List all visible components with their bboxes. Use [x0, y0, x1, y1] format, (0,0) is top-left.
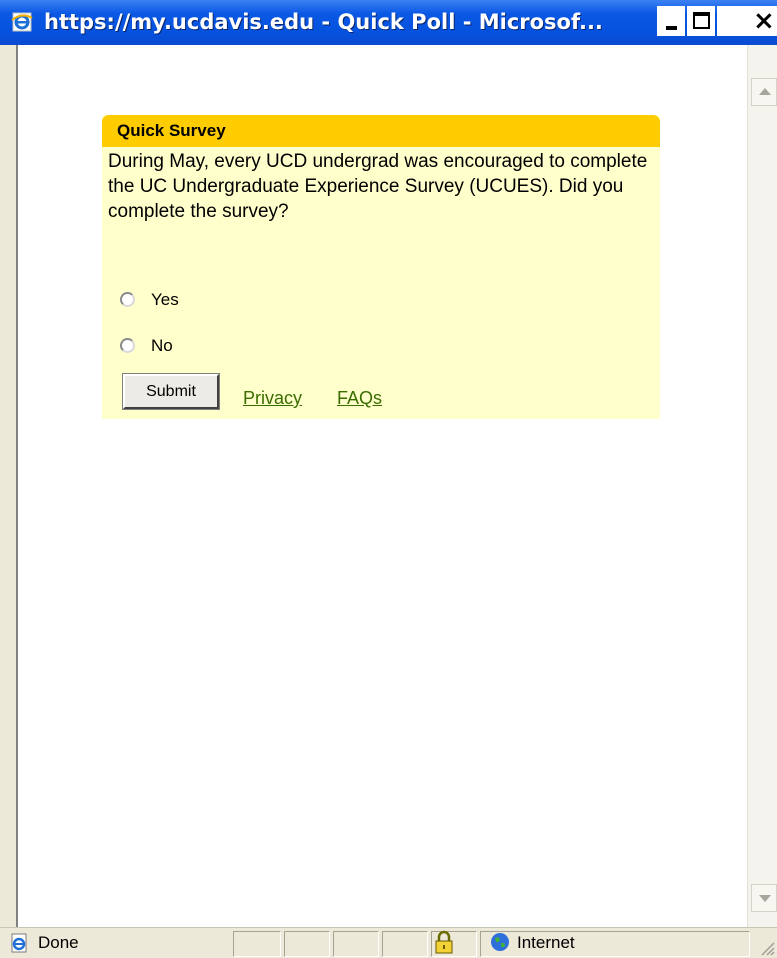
chevron-down-icon	[759, 895, 771, 902]
status-panel	[333, 931, 379, 957]
globe-icon	[491, 933, 509, 951]
status-bar: Done Internet	[0, 927, 777, 958]
minimize-button[interactable]	[657, 6, 685, 36]
security-zone-label: Internet	[517, 933, 575, 952]
scroll-up-button[interactable]	[751, 78, 777, 106]
survey-header: Quick Survey	[102, 115, 660, 147]
survey-title: Quick Survey	[117, 121, 226, 140]
status-panel	[382, 931, 428, 957]
maximize-icon	[693, 12, 710, 29]
minimize-icon	[666, 26, 677, 30]
survey-question: During May, every UCD undergrad was enco…	[108, 151, 648, 222]
close-icon: ×	[753, 6, 775, 36]
maximize-button[interactable]	[687, 6, 715, 36]
lock-icon	[435, 930, 453, 954]
status-panel	[284, 931, 330, 957]
ie-icon	[11, 12, 33, 32]
submit-button[interactable]: Submit	[122, 373, 220, 410]
window-frame-left	[0, 45, 18, 927]
title-bar[interactable]: https://my.ucdavis.edu - Quick Poll - Mi…	[0, 0, 777, 45]
faqs-link[interactable]: FAQs	[337, 387, 382, 409]
option-no-label[interactable]: No	[151, 335, 173, 357]
radio-no[interactable]	[120, 338, 135, 353]
privacy-link[interactable]: Privacy	[243, 387, 302, 409]
close-button[interactable]: ×	[717, 6, 777, 36]
status-text: Done	[38, 933, 79, 952]
quick-survey-panel: Quick Survey During May, every UCD under…	[102, 115, 660, 419]
scroll-down-button[interactable]	[751, 884, 777, 912]
status-panel	[233, 931, 281, 957]
window-title: https://my.ucdavis.edu - Quick Poll - Mi…	[44, 10, 603, 34]
chevron-up-icon	[759, 88, 771, 95]
option-yes-label[interactable]: Yes	[151, 289, 179, 311]
resize-grip-icon[interactable]	[759, 940, 775, 956]
vertical-scrollbar[interactable]	[747, 45, 777, 927]
radio-yes[interactable]	[120, 292, 135, 307]
ie-page-icon	[11, 933, 27, 953]
